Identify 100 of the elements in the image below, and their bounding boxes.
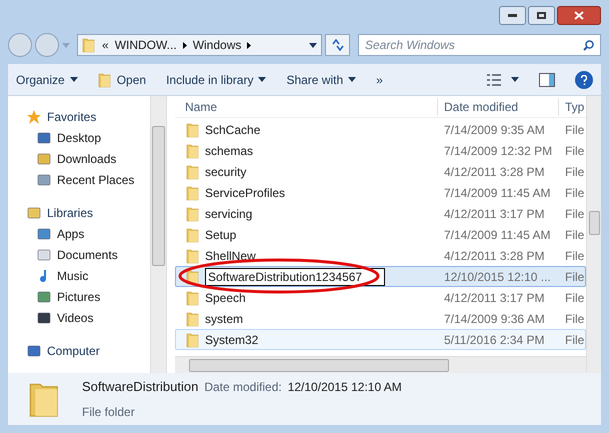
toolbar-button[interactable]: » [376, 70, 383, 88]
breadcrumb-segment[interactable]: WINDOW... [114, 36, 177, 54]
folder-icon [98, 72, 112, 88]
file-row[interactable]: system 7/14/2009 9:36 AM File [175, 308, 586, 329]
date-cell-text: 7/14/2009 11:45 AM [443, 184, 552, 202]
nav-item[interactable]: Documents [26, 244, 150, 265]
close-button[interactable] [557, 6, 601, 25]
folder-icon [186, 248, 200, 264]
date-cell-text: 5/11/2016 2:34 PM [443, 332, 546, 348]
search-field[interactable]: Search Windows [365, 36, 583, 54]
file-row[interactable]: Speech 4/12/2011 3:17 PM File [175, 287, 586, 308]
view-options-button[interactable] [487, 74, 519, 86]
breadcrumb-segment[interactable]: Windows [192, 36, 242, 54]
file-name: Speech [205, 290, 246, 306]
file-row[interactable]: security 4/12/2011 3:28 PM File [175, 161, 586, 182]
toolbar-button[interactable]: Share with [286, 70, 356, 88]
address-bar[interactable]: « WINDOW... Windows [77, 34, 322, 56]
toolbar-button[interactable]: Include in library [166, 70, 266, 88]
file-name: security [205, 164, 246, 180]
caret-icon [348, 77, 356, 82]
type-cell-text: File [564, 184, 585, 202]
type-cell-text: File [564, 164, 585, 180]
type-cell-text: File [564, 122, 585, 138]
horizontal-scrollbar[interactable] [175, 356, 586, 373]
type-cell-text: File [564, 290, 585, 306]
nav-item[interactable]: Apps [26, 223, 150, 244]
file-row[interactable]: ServiceProfiles 7/14/2009 11:45 AM File [175, 182, 586, 203]
list-view-icon [487, 74, 501, 86]
folder-icon [186, 290, 200, 306]
nav-item[interactable]: Recent Places [26, 169, 150, 190]
nav-item[interactable]: Pictures [26, 286, 150, 307]
type-cell-text: File [564, 226, 585, 244]
refresh-button[interactable] [325, 34, 350, 56]
file-row[interactable]: System32 5/11/2016 2:34 PM File [175, 329, 586, 350]
minimize-button[interactable] [499, 6, 526, 25]
nav-group[interactable]: Favorites [26, 106, 150, 127]
file-name: system [205, 310, 244, 328]
file-row[interactable]: SoftwareDistribution1234567 12/10/2015 12:10 ... File [175, 266, 586, 287]
help-button[interactable] [575, 70, 593, 88]
file-name: Setup [205, 226, 236, 244]
file-name: servicing [205, 206, 252, 222]
file-row[interactable]: ShellNew 4/12/2011 3:28 PM File [175, 245, 586, 266]
caret-icon [258, 77, 266, 82]
rename-field[interactable]: SoftwareDistribution1234567 [205, 268, 385, 286]
file-name: SchCache [205, 122, 260, 138]
folder-icon [186, 122, 200, 138]
nav-group[interactable]: Libraries [26, 202, 150, 223]
search-box[interactable]: Search Windows [358, 34, 601, 56]
caret-icon [70, 77, 78, 82]
details-type: File folder [82, 404, 136, 421]
caret-icon [309, 42, 317, 48]
details-date: 12/10/2015 12:10 AM [288, 379, 402, 396]
caret-icon [511, 77, 519, 82]
date-cell-text: 4/12/2011 3:28 PM [443, 248, 546, 264]
folder-icon [186, 164, 200, 180]
nav-item[interactable]: Downloads [26, 148, 150, 169]
date-cell-text: 7/14/2009 9:35 AM [443, 122, 546, 138]
column-header[interactable]: Name [175, 98, 437, 116]
folder-icon [186, 310, 200, 326]
folder-icon [82, 37, 96, 53]
details-name: SoftwareDistribution [82, 378, 198, 396]
question-mark-icon [581, 74, 587, 84]
type-cell-text: File [564, 206, 585, 222]
column-header[interactable]: Date modified [437, 98, 558, 116]
folder-icon [186, 142, 200, 158]
scrollbar[interactable] [586, 96, 601, 373]
nav-item[interactable]: Music [26, 265, 150, 286]
type-cell-text: File [564, 248, 585, 264]
chevron-icon [182, 42, 187, 48]
scrollbar[interactable] [150, 96, 167, 373]
date-cell-text: 4/12/2011 3:17 PM [443, 206, 546, 222]
file-name: ServiceProfiles [205, 184, 286, 202]
overflow-chevron[interactable]: « [102, 36, 109, 54]
folder-icon [186, 206, 200, 222]
type-cell-text: File [564, 268, 585, 286]
details-date-label: Date modified: [204, 379, 282, 396]
type-cell-text: File [564, 332, 585, 348]
file-row[interactable]: schemas 7/14/2009 12:32 PM File [175, 140, 586, 161]
date-cell-text: 4/12/2011 3:28 PM [443, 164, 546, 180]
nav-item[interactable]: Videos [26, 307, 150, 328]
toolbar-button[interactable]: Open [98, 70, 146, 88]
date-cell-text: 4/12/2011 3:17 PM [443, 290, 546, 306]
file-row[interactable]: servicing 4/12/2011 3:17 PM File [175, 203, 586, 224]
file-row[interactable]: Setup 7/14/2009 11:45 AM File [175, 224, 586, 245]
preview-pane-button[interactable] [539, 72, 555, 86]
type-cell-text: File [564, 142, 585, 160]
toolbar-button[interactable]: Organize [16, 70, 78, 88]
folder-icon [186, 332, 200, 348]
refresh-icon [330, 39, 344, 51]
date-cell-text: 7/14/2009 9:36 AM [443, 310, 546, 328]
file-name: ShellNew [205, 248, 256, 264]
file-name: schemas [205, 142, 254, 160]
date-cell-text: 7/14/2009 11:45 AM [443, 226, 552, 244]
nav-group[interactable]: Computer [26, 340, 150, 361]
date-cell-text: 12/10/2015 12:10 ... [443, 268, 552, 286]
close-icon [574, 11, 584, 20]
type-cell-text: File [564, 310, 585, 328]
maximize-button[interactable] [528, 6, 555, 25]
file-row[interactable]: SchCache 7/14/2009 9:35 AM File [175, 119, 586, 140]
nav-item[interactable]: Desktop [26, 127, 150, 148]
